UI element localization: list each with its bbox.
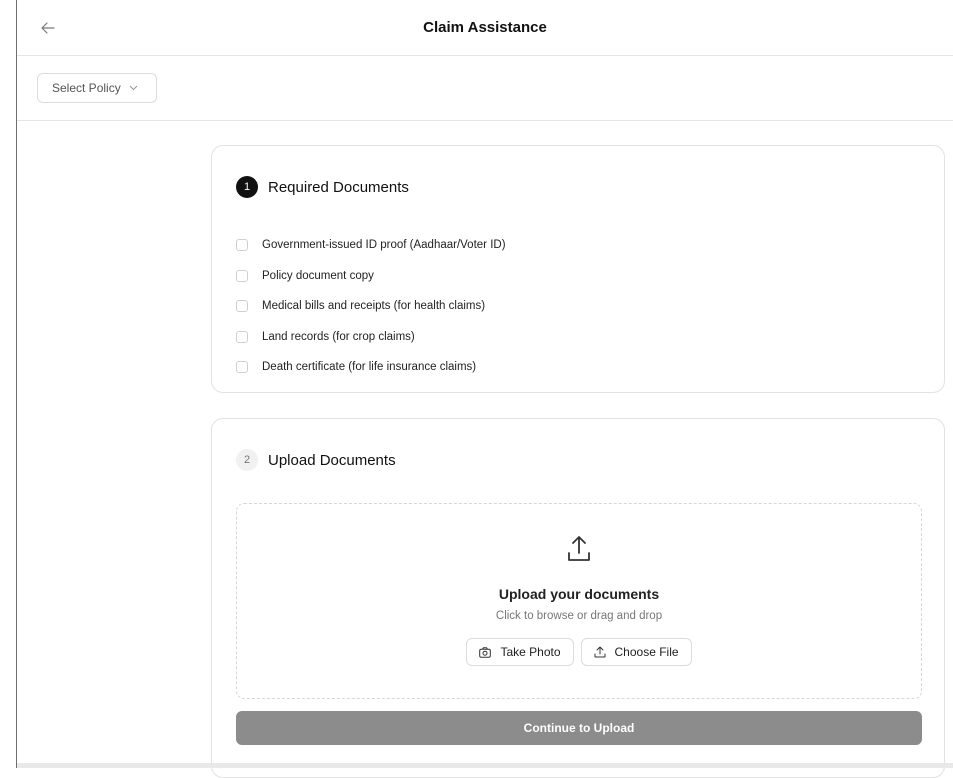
upload-dropzone[interactable]: Upload your documents Click to browse or… [236, 503, 922, 699]
upload-documents-card: 2 Upload Documents Upload your documents… [211, 418, 945, 778]
document-checkbox[interactable] [236, 330, 248, 343]
document-label: Death certificate (for life insurance cl… [262, 361, 477, 374]
upload-icon [566, 534, 592, 569]
step-2-title: Upload Documents [268, 451, 396, 469]
required-documents-list: Government-issued ID proof (Aadhaar/Vote… [236, 230, 506, 383]
header-bar: Claim Assistance [17, 0, 953, 56]
document-label: Medical bills and receipts (for health c… [262, 300, 486, 313]
document-checkbox[interactable] [236, 239, 248, 252]
document-checkbox[interactable] [236, 269, 248, 282]
step-1-badge: 1 [236, 176, 258, 198]
policy-toolbar: Select Policy [17, 56, 953, 121]
page-title: Claim Assistance [423, 19, 547, 36]
upload-small-icon [594, 646, 606, 658]
list-item: Death certificate (for life insurance cl… [236, 352, 506, 383]
upload-actions: Take Photo Choose File [237, 638, 921, 666]
camera-icon [479, 646, 492, 658]
document-label: Government-issued ID proof (Aadhaar/Vote… [262, 239, 506, 252]
step-1-header: 1 Required Documents [236, 176, 409, 198]
step-2-header: 2 Upload Documents [236, 449, 396, 471]
chevron-down-icon [129, 85, 138, 91]
dropzone-subtitle: Click to browse or drag and drop [495, 610, 663, 622]
list-item: Policy document copy [236, 261, 506, 292]
document-label: Land records (for crop claims) [262, 330, 415, 343]
list-item: Land records (for crop claims) [236, 322, 506, 353]
take-photo-label: Take Photo [500, 645, 561, 659]
policy-select[interactable]: Select Policy [37, 73, 157, 103]
choose-file-label: Choose File [614, 645, 679, 659]
claim-assistance-page: Claim Assistance Select Policy 1 Require… [17, 0, 953, 778]
take-photo-button[interactable]: Take Photo [466, 638, 574, 666]
required-documents-card: 1 Required Documents Government-issued I… [211, 145, 945, 393]
continue-to-upload-button[interactable]: Continue to Upload [236, 711, 922, 745]
window-left-edge [0, 0, 17, 768]
document-checkbox[interactable] [236, 361, 248, 374]
step-2-badge: 2 [236, 449, 258, 471]
step-1-title: Required Documents [268, 178, 409, 196]
policy-select-value: Select Policy [52, 81, 121, 95]
choose-file-button[interactable]: Choose File [580, 638, 692, 666]
document-label: Policy document copy [262, 269, 374, 282]
bottom-divider [17, 763, 953, 768]
list-item: Medical bills and receipts (for health c… [236, 291, 506, 322]
dropzone-title: Upload your documents [498, 586, 660, 602]
list-item: Government-issued ID proof (Aadhaar/Vote… [236, 230, 506, 261]
document-checkbox[interactable] [236, 300, 248, 313]
